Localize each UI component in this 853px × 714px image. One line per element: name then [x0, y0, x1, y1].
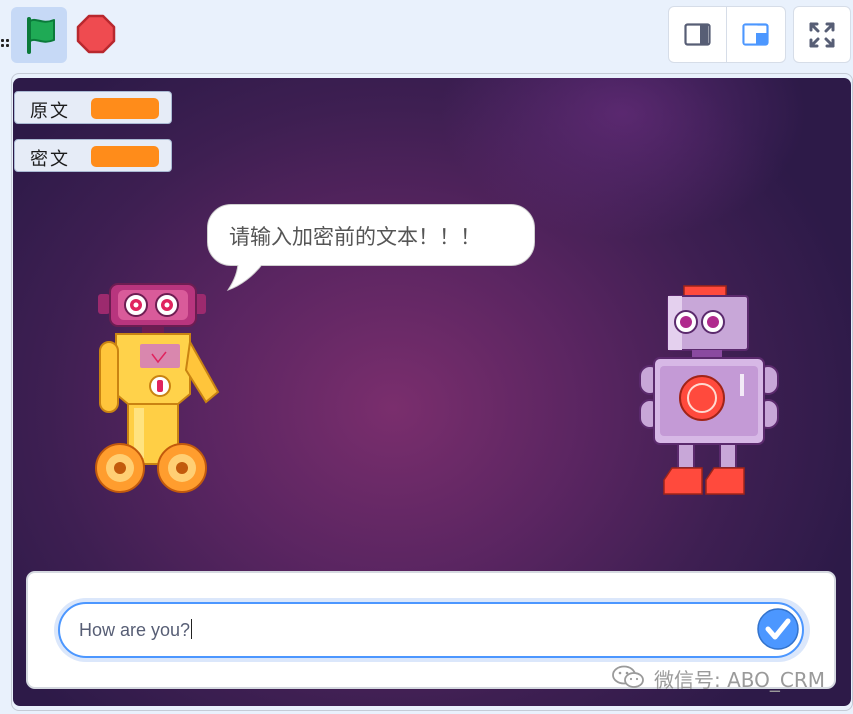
- stop-button[interactable]: [75, 13, 117, 55]
- stop-sign-icon: [76, 14, 116, 54]
- monitor-value: [91, 146, 159, 167]
- watermark: 微信号: ABO_CRM: [611, 664, 836, 692]
- monitor-label: 原文: [30, 101, 70, 122]
- monitor-label: 密文: [30, 149, 70, 170]
- watermark-text: 微信号: ABO_CRM: [654, 668, 826, 692]
- stage-size-toggle: [668, 6, 786, 63]
- monitor-value: [91, 98, 159, 119]
- normal-stage-icon: [742, 23, 769, 46]
- text-caret: [191, 619, 193, 639]
- wechat-icon: [612, 665, 644, 688]
- yellow-robot-sprite[interactable]: [94, 282, 226, 502]
- green-flag-button[interactable]: [11, 7, 67, 63]
- drag-handle[interactable]: [1, 39, 9, 51]
- ask-submit-button[interactable]: [756, 607, 800, 651]
- green-flag-icon: [27, 17, 55, 54]
- purple-robot-sprite[interactable]: [636, 284, 784, 498]
- fullscreen-button[interactable]: [793, 6, 851, 63]
- player-toolbar: [0, 0, 853, 72]
- variable-monitor-ciphertext[interactable]: 密文: [14, 139, 172, 172]
- small-stage-icon: [684, 23, 711, 46]
- ask-answer-text: How are you?: [79, 619, 193, 640]
- fullscreen-icon: [809, 22, 835, 48]
- small-stage-button[interactable]: [669, 7, 727, 62]
- normal-stage-button[interactable]: [727, 7, 784, 62]
- variable-monitor-plaintext[interactable]: 原文: [14, 91, 172, 124]
- speech-bubble-tail: [226, 262, 266, 291]
- speech-bubble-text: 请输入加密前的文本！！！: [229, 225, 481, 249]
- speech-bubble: 请输入加密前的文本！！！: [207, 204, 535, 266]
